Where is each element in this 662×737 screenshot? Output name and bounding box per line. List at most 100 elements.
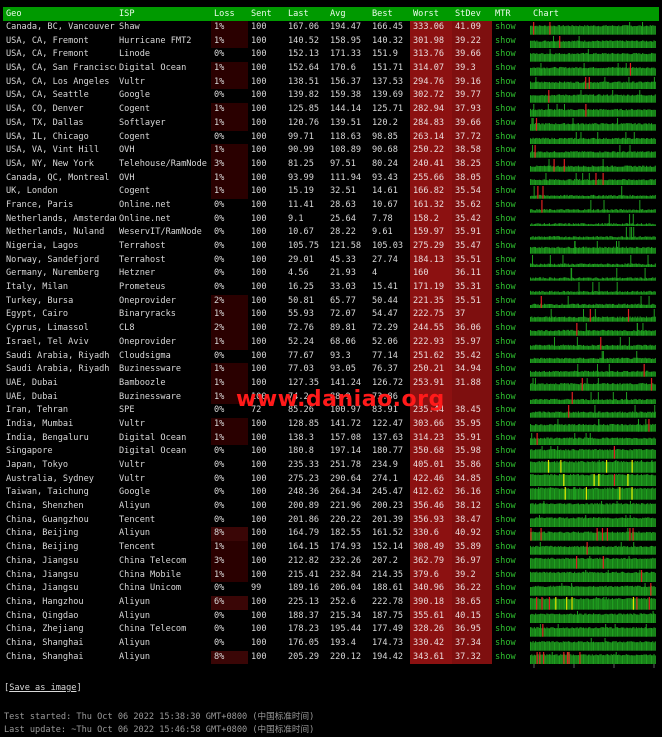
cell-best: 7.78 <box>372 213 393 224</box>
mtr-show-link[interactable]: show <box>495 501 516 511</box>
mtr-show-link[interactable]: show <box>495 214 516 224</box>
sparkline-bar <box>541 461 543 473</box>
cell-stdev: 39.22 <box>452 34 492 49</box>
mtr-show-link[interactable]: show <box>495 364 516 374</box>
sparkline-bar <box>555 109 557 117</box>
mtr-show-link[interactable]: show <box>495 255 516 265</box>
mtr-show-link[interactable]: show <box>495 309 516 319</box>
mtr-show-link[interactable]: show <box>495 241 516 251</box>
mtr-show-link[interactable]: show <box>495 392 516 402</box>
mtr-show-link[interactable]: show <box>495 433 516 443</box>
mtr-show-link[interactable]: show <box>495 419 516 429</box>
col-geo[interactable]: Geo <box>3 7 116 21</box>
sparkline-bar <box>625 122 627 131</box>
sparkline-bar <box>587 41 590 49</box>
col-avg[interactable]: Avg <box>327 7 369 21</box>
sparkline-bar <box>615 67 617 76</box>
cell-geo: Netherlands, Nuland <box>6 227 105 238</box>
sparkline-bar <box>594 122 596 131</box>
mtr-show-link[interactable]: show <box>495 173 516 183</box>
sparkline-bar <box>571 489 573 501</box>
mtr-show-link[interactable]: show <box>495 63 516 73</box>
mtr-show-link[interactable]: show <box>495 351 516 361</box>
sparkline-bar <box>584 558 586 569</box>
sparkline-spike <box>596 241 598 254</box>
mtr-show-link[interactable]: show <box>495 405 516 415</box>
sparkline-bar <box>609 546 611 555</box>
mtr-show-link[interactable]: show <box>495 186 516 196</box>
sparkline-svg <box>530 446 656 459</box>
col-isp[interactable]: ISP <box>116 7 211 21</box>
mtr-show-link[interactable]: show <box>495 515 516 525</box>
mtr-show-link[interactable]: show <box>495 145 516 155</box>
sparkline-bar <box>610 95 612 104</box>
mtr-show-link[interactable]: show <box>495 77 516 87</box>
mtr-show-link[interactable]: show <box>495 104 516 114</box>
mtr-show-link[interactable]: show <box>495 159 516 169</box>
mtr-show-link[interactable]: show <box>495 118 516 128</box>
sparkline-bar <box>545 533 547 542</box>
mtr-show-link[interactable]: show <box>495 446 516 456</box>
sparkline-bar <box>553 488 556 501</box>
sparkline-spike <box>628 76 630 90</box>
cell-geo: Germany, Nuremberg <box>6 268 100 279</box>
col-loss[interactable]: Loss <box>211 7 248 21</box>
mtr-show-link[interactable]: show <box>495 323 516 333</box>
cell-best: 274.1 <box>372 473 398 484</box>
mtr-show-link[interactable]: show <box>495 36 516 46</box>
mtr-show-link[interactable]: show <box>495 227 516 237</box>
sparkline-bar <box>577 532 579 542</box>
sparkline-svg <box>530 104 656 117</box>
mtr-show-link[interactable]: show <box>495 528 516 538</box>
mtr-show-link[interactable]: show <box>495 22 516 32</box>
sparkline-bar <box>581 424 583 432</box>
col-best[interactable]: Best <box>369 7 410 21</box>
mtr-show-link[interactable]: show <box>495 90 516 100</box>
sparkline-bar <box>616 95 619 104</box>
mtr-show-link[interactable]: show <box>495 296 516 306</box>
sparkline-bar <box>572 95 574 104</box>
mtr-show-link[interactable]: show <box>495 460 516 470</box>
cell-best: 122.47 <box>372 418 404 429</box>
sparkline-bar <box>558 450 561 459</box>
cell-last: 138.51 <box>288 76 320 87</box>
latency-sparkline <box>530 555 659 569</box>
cell-stdev: 37.72 <box>452 130 492 145</box>
sparkline-bar <box>548 558 550 569</box>
mtr-show-link[interactable]: show <box>495 268 516 278</box>
mtr-show-link[interactable]: show <box>495 487 516 497</box>
sparkline-bar <box>530 473 532 487</box>
mtr-show-link[interactable]: show <box>495 337 516 347</box>
sparkline-spike <box>608 364 610 377</box>
mtr-show-link[interactable]: show <box>495 132 516 142</box>
sparkline-bar <box>550 96 552 104</box>
col-stdev[interactable]: StDev <box>452 7 492 21</box>
col-last[interactable]: Last <box>285 7 327 21</box>
sparkline-bar <box>555 558 557 569</box>
sparkline-bar <box>650 517 653 528</box>
sparkline-bar <box>532 488 534 501</box>
mtr-show-link[interactable]: show <box>495 282 516 292</box>
sparkline-bar <box>609 532 611 542</box>
sparkline-bar <box>613 123 615 131</box>
sparkline-bar <box>652 449 654 459</box>
mtr-show-link[interactable]: show <box>495 474 516 484</box>
mtr-show-link[interactable]: show <box>495 583 516 593</box>
sparkline-bar <box>634 461 636 473</box>
sparkline-bar <box>624 503 626 514</box>
mtr-show-link[interactable]: show <box>495 378 516 388</box>
sparkline-bar <box>616 26 619 35</box>
sparkline-bar <box>558 532 561 542</box>
mtr-show-link[interactable]: show <box>495 200 516 210</box>
sparkline-bar <box>577 572 579 583</box>
sparkline-bar <box>575 503 577 514</box>
col-worst[interactable]: Worst <box>410 7 452 21</box>
col-sent[interactable]: Sent <box>248 7 285 21</box>
sparkline-bar <box>572 473 574 487</box>
sparkline-bar <box>591 424 593 432</box>
mtr-show-link[interactable]: show <box>495 542 516 552</box>
sparkline-loss <box>602 555 604 569</box>
mtr-show-link[interactable]: show <box>495 556 516 566</box>
mtr-show-link[interactable]: show <box>495 570 516 580</box>
mtr-show-link[interactable]: show <box>495 49 516 59</box>
